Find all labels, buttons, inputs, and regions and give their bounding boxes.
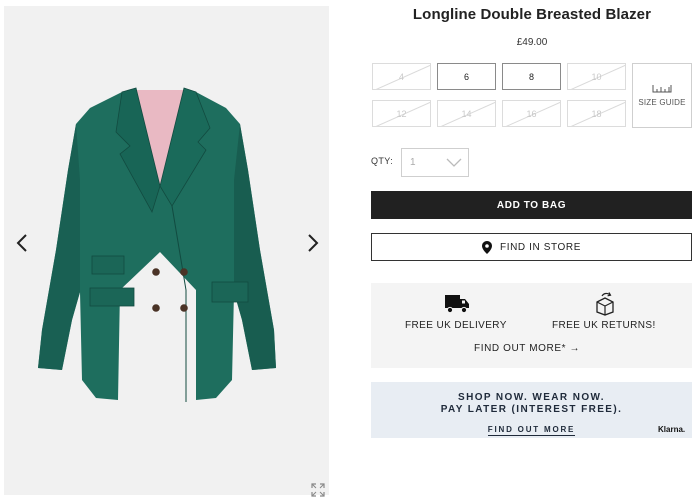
delivery-info-panel: FREE UK DELIVERY FREE UK RETURNS! FIND O… bbox=[371, 283, 692, 368]
size-guide-label: SIZE GUIDE bbox=[638, 98, 686, 107]
size-option-4: 4 bbox=[372, 63, 431, 90]
add-to-bag-button[interactable]: ADD TO BAG bbox=[371, 191, 692, 219]
chevron-right-icon bbox=[308, 234, 319, 252]
find-in-store-label: FIND IN STORE bbox=[500, 241, 581, 253]
klarna-banner: SHOP NOW. WEAR NOW. PAY LATER (INTEREST … bbox=[371, 382, 692, 438]
quantity-label: QTY: bbox=[371, 156, 394, 166]
delivery-van-icon bbox=[445, 295, 469, 314]
size-option-18: 18 bbox=[567, 100, 626, 127]
product-image bbox=[38, 87, 276, 402]
delivery-find-out-more-link[interactable]: FIND OUT MORE* → bbox=[474, 343, 580, 354]
product-title: Longline Double Breasted Blazer bbox=[412, 6, 652, 23]
klarna-find-out-more-label: FIND OUT MORE bbox=[487, 425, 576, 436]
find-in-store-button[interactable]: FIND IN STORE bbox=[371, 233, 692, 261]
size-option-8[interactable]: 8 bbox=[502, 63, 561, 90]
next-image-arrow[interactable] bbox=[301, 232, 323, 254]
chevron-left-icon bbox=[16, 234, 27, 252]
size-option-6[interactable]: 6 bbox=[437, 63, 496, 90]
previous-image-arrow[interactable] bbox=[12, 232, 34, 254]
add-to-bag-label: ADD TO BAG bbox=[496, 199, 567, 211]
free-delivery-text: FREE UK DELIVERY bbox=[405, 320, 507, 331]
klarna-headline: SHOP NOW. WEAR NOW. bbox=[458, 392, 605, 403]
klarna-subheadline: PAY LATER (INTEREST FREE). bbox=[440, 404, 623, 415]
ruler-icon bbox=[652, 85, 672, 93]
size-guide-button[interactable]: SIZE GUIDE bbox=[632, 63, 692, 128]
klarna-find-out-more-link[interactable]: FIND OUT MORE bbox=[371, 419, 692, 437]
return-box-icon bbox=[596, 292, 614, 316]
quantity-select[interactable]: 1 bbox=[401, 148, 469, 177]
product-image-gallery bbox=[4, 6, 329, 497]
size-option-16: 16 bbox=[502, 100, 561, 127]
size-option-12: 12 bbox=[372, 100, 431, 127]
klarna-logo: Klarna. bbox=[658, 425, 686, 434]
free-returns-text: FREE UK RETURNS! bbox=[552, 320, 656, 331]
location-pin-icon bbox=[482, 240, 493, 254]
chevron-down-icon bbox=[446, 158, 462, 167]
size-option-14: 14 bbox=[437, 100, 496, 127]
expand-icon[interactable] bbox=[311, 483, 325, 497]
product-price: £49.00 bbox=[516, 37, 548, 48]
size-option-10: 10 bbox=[567, 63, 626, 90]
quantity-value: 1 bbox=[410, 157, 416, 168]
